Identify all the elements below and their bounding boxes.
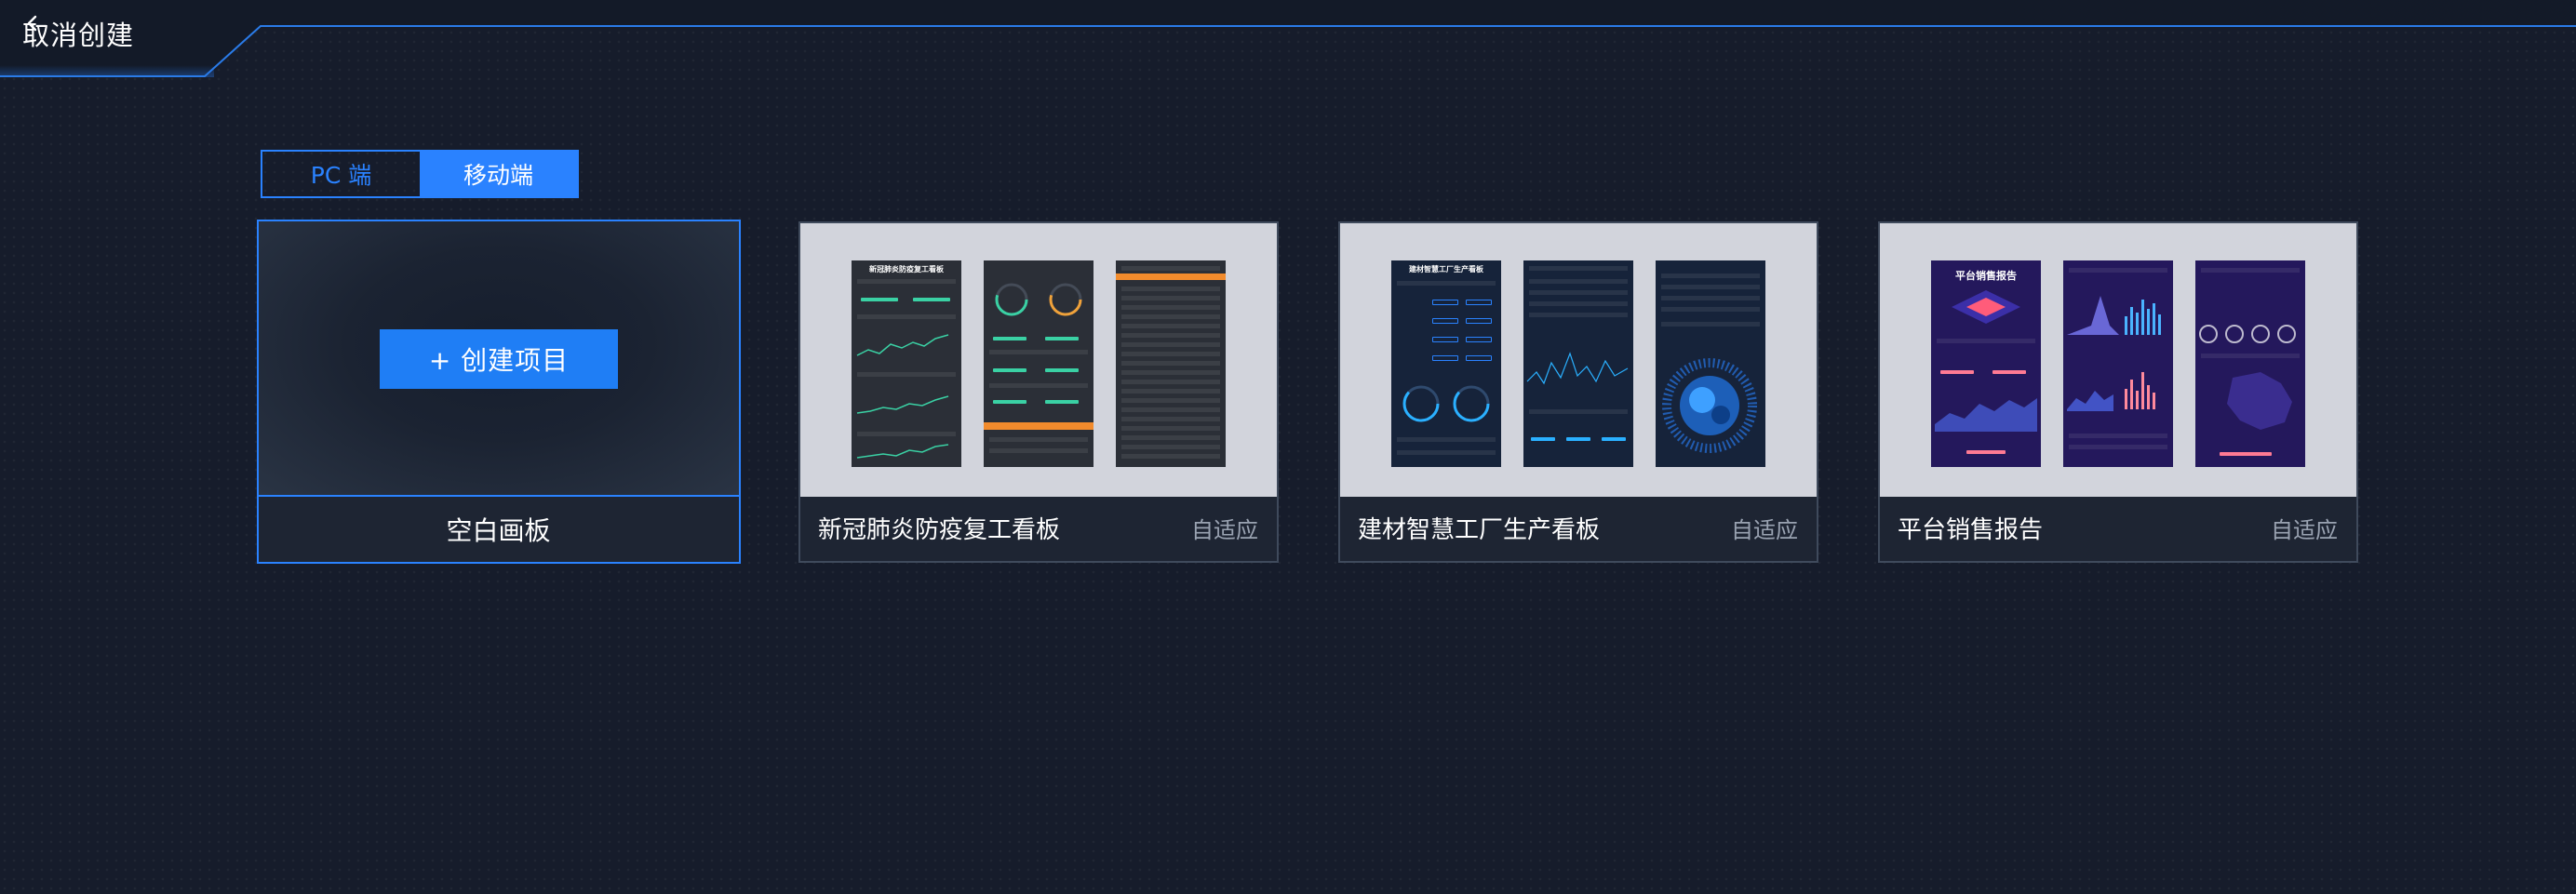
preview-area-chart bbox=[1935, 398, 2037, 432]
template-card-factory-board[interactable]: 建材智慧工厂生产看板 建材智慧工厂生产看板 自适应 bbox=[1338, 221, 1818, 563]
tab-pc[interactable]: PC 端 bbox=[262, 152, 420, 196]
header-frame-decoration bbox=[0, 0, 2576, 77]
adaptive-tag: 自适应 bbox=[1731, 517, 1798, 543]
preview-screen: 平台销售报告 bbox=[1931, 260, 2041, 467]
card-footer: 建材智慧工厂生产看板 自适应 bbox=[1340, 495, 1817, 561]
tab-mobile[interactable]: 移动端 bbox=[420, 152, 577, 196]
preview-peak-chart bbox=[2067, 296, 2161, 335]
preview-title: 新冠肺炎防疫复工看板 bbox=[869, 265, 944, 274]
preview-title: 建材智慧工厂生产看板 bbox=[1409, 265, 1483, 274]
card-footer: 平台销售报告 自适应 bbox=[1880, 495, 2356, 561]
preview-screen bbox=[2195, 260, 2305, 467]
template-preview: 新冠肺炎防疫复工看板 bbox=[800, 223, 1277, 497]
card-title: 平台销售报告 bbox=[1898, 516, 2044, 544]
card-footer: 新冠肺炎防疫复工看板 自适应 bbox=[800, 495, 1277, 561]
preview-isometric-graphic bbox=[1952, 290, 2020, 324]
preview-bar-chart bbox=[2067, 372, 2155, 411]
blank-board-card[interactable]: + 创建项目 空白画板 bbox=[257, 220, 741, 564]
preview-title: 平台销售报告 bbox=[1955, 270, 2017, 282]
preview-screen bbox=[1116, 260, 1226, 467]
platform-switch: PC 端 移动端 bbox=[261, 150, 579, 198]
adaptive-tag: 自适应 bbox=[2271, 517, 2338, 543]
preview-screen bbox=[1523, 260, 1633, 467]
card-title: 建材智慧工厂生产看板 bbox=[1358, 516, 1601, 544]
chevron-left-icon bbox=[27, 15, 37, 32]
card-footer: 空白画板 bbox=[259, 496, 739, 562]
preview-line-chart bbox=[856, 395, 949, 414]
blank-board-thumbnail: + 创建项目 bbox=[259, 221, 739, 497]
cancel-create-button[interactable]: 取消创建 bbox=[22, 13, 134, 54]
template-preview: 平台销售报告 bbox=[1880, 223, 2356, 497]
top-bar: 取消创建 bbox=[0, 0, 2576, 84]
preview-map bbox=[2227, 372, 2292, 430]
card-title: 空白画板 bbox=[446, 514, 551, 546]
preview-gauges bbox=[1402, 385, 1490, 422]
template-card-sales-report[interactable]: 平台销售报告 平台销售报告 自适应 bbox=[1878, 221, 2358, 563]
template-preview: 建材智慧工厂生产看板 bbox=[1340, 223, 1817, 497]
adaptive-tag: 自适应 bbox=[1191, 517, 1258, 543]
preview-radial-chart bbox=[1662, 358, 1757, 453]
preview-line-chart bbox=[856, 334, 949, 356]
template-card-covid-board[interactable]: 新冠肺炎防疫复工看板 新冠肺炎防疫复工看板 自适应 bbox=[798, 221, 1279, 563]
create-project-button[interactable]: + 创建项目 bbox=[380, 329, 618, 389]
preview-gauges bbox=[995, 283, 1082, 316]
preview-screen bbox=[2063, 260, 2173, 467]
preview-screen bbox=[1656, 260, 1765, 467]
preview-screen: 新冠肺炎防疫复工看板 bbox=[852, 260, 961, 467]
preview-screen: 建材智慧工厂生产看板 bbox=[1391, 260, 1501, 467]
preview-line-chart bbox=[1526, 352, 1629, 385]
preview-screen bbox=[984, 260, 1093, 467]
preview-line-chart bbox=[856, 444, 949, 459]
card-title: 新冠肺炎防疫复工看板 bbox=[818, 516, 1061, 544]
preview-ring-stats bbox=[2199, 325, 2296, 343]
